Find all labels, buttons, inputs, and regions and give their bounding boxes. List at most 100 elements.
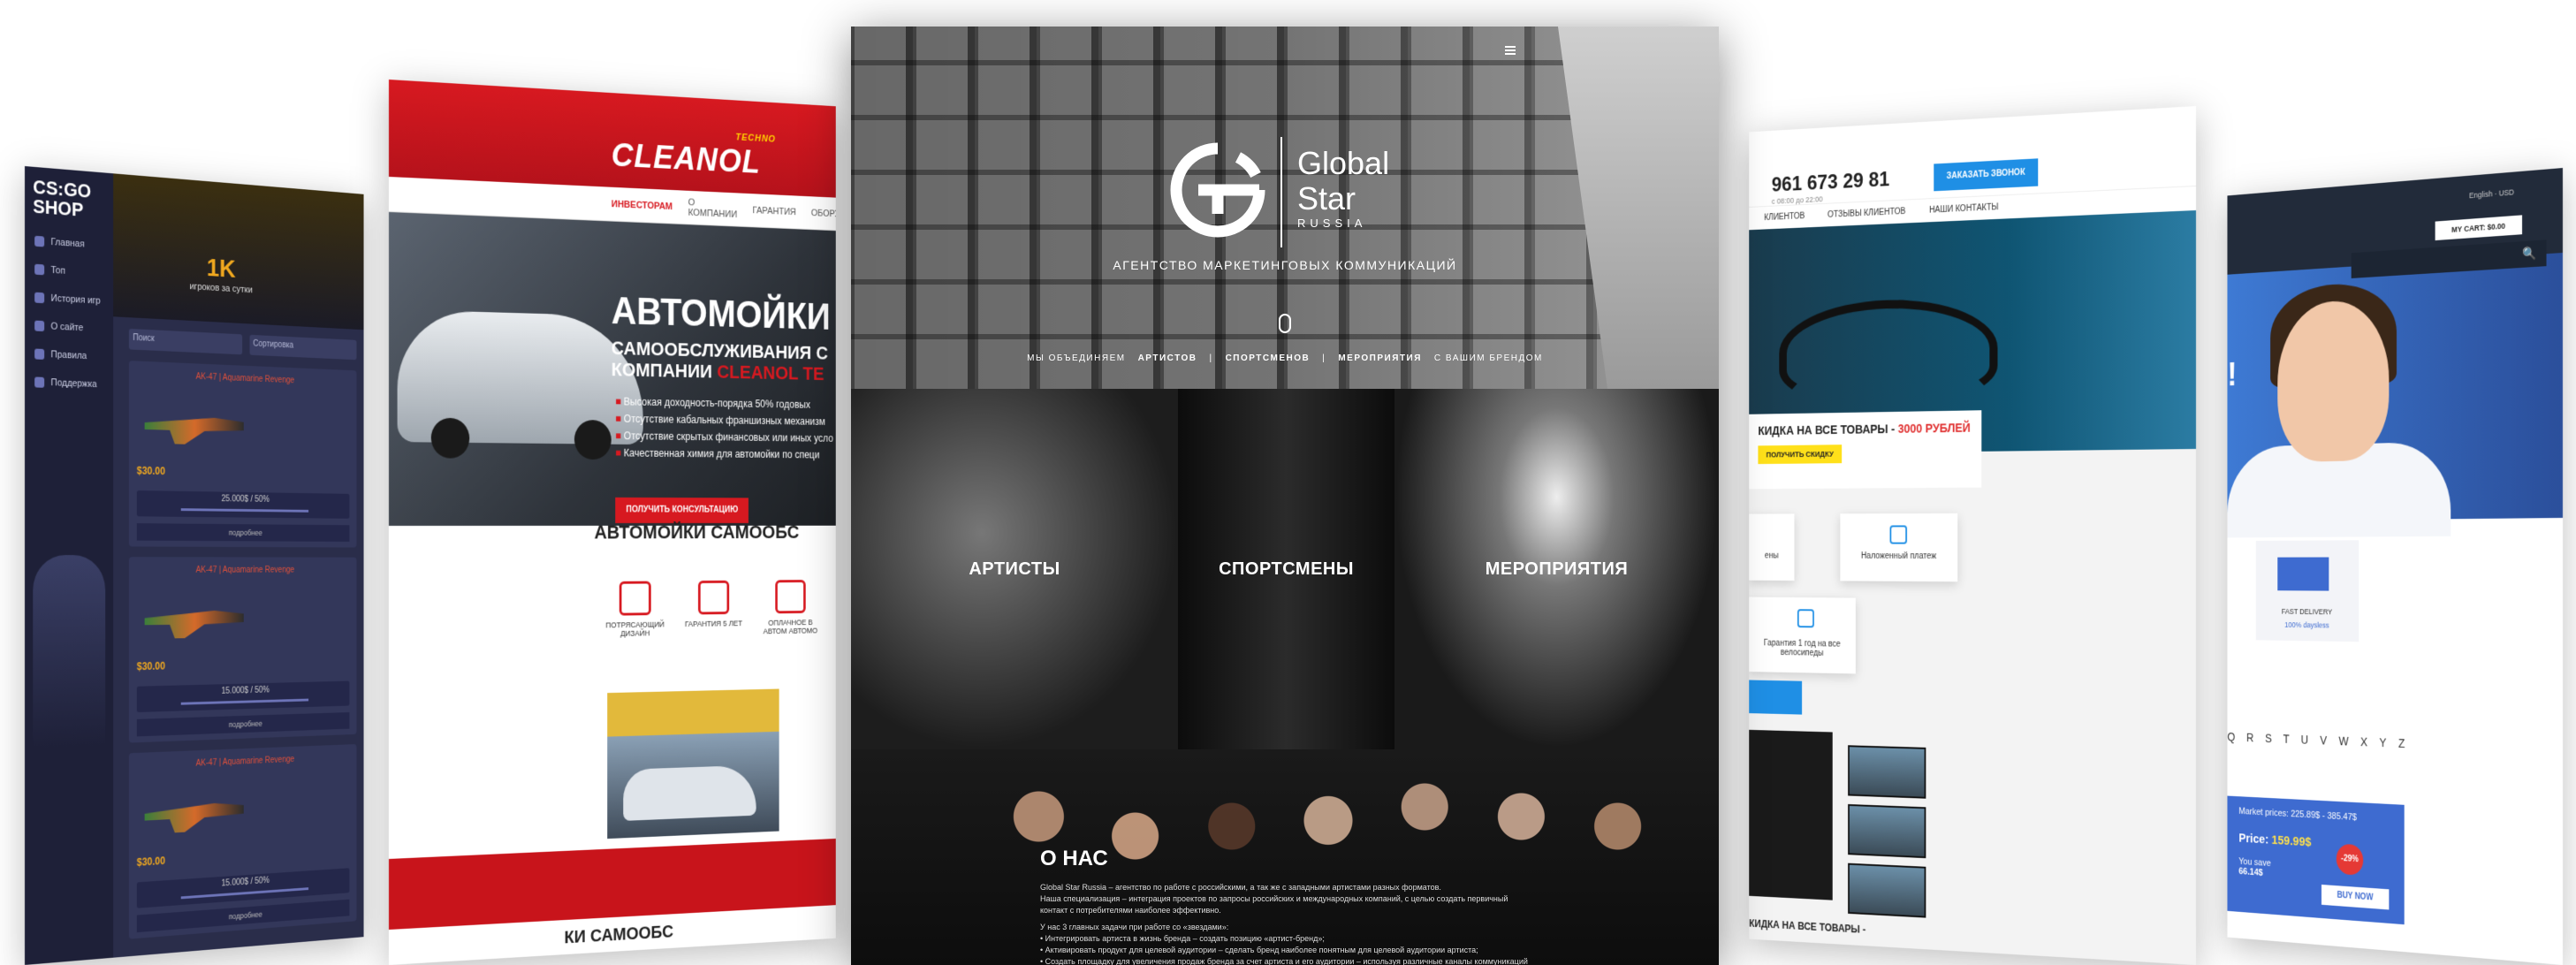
product-price-card: Market prices: 225.89$ - 385.47$ Price: …	[2227, 795, 2405, 925]
details-button[interactable]: подробнее	[136, 711, 350, 737]
feature-tile-price: ены	[1749, 513, 1795, 581]
csgo-filters: Поиск Сортировка	[128, 328, 357, 361]
menu-item-guarantee[interactable]: ГАРАНТИЯ	[753, 205, 796, 217]
csgo-item-list: AK-47 | Aquamarine Revenge $30.00 25.000…	[128, 361, 357, 949]
details-button[interactable]: подробнее	[136, 523, 350, 542]
csgo-logo[interactable]: CS:GO SHOP	[25, 166, 113, 232]
pharmacy-hero: !	[2227, 253, 2563, 538]
about-list-item: • Интегрировать артиста в жизнь бренда –…	[1040, 934, 1325, 943]
support-icon	[34, 376, 45, 388]
payment-icon	[775, 580, 806, 614]
pharmacy-screen: English · USD MY CART: $0.00 ! 🔍 FAST DE…	[2227, 168, 2563, 965]
gallery-thumb[interactable]	[1848, 862, 1926, 918]
phone-number[interactable]: 961 673 29 81 с 08:00 до 22:00	[1772, 168, 1889, 206]
search-icon: 🔍	[2522, 245, 2537, 261]
about-text: Global Star Russia – агентство по работе…	[1040, 882, 1535, 965]
global-star-logo-icon	[1170, 142, 1265, 238]
logo-divider	[1280, 137, 1282, 247]
section-heading: АВТОМОЙКИ САМООБС	[594, 521, 800, 543]
get-discount-button[interactable]: ПОЛУЧИТЬ СКИДКУ	[1758, 445, 1843, 465]
gallery-thumb[interactable]	[1848, 745, 1926, 799]
rifle-image	[145, 409, 244, 446]
progress-bar: 15.000$ / 50%	[136, 680, 350, 713]
features-row: ПОТРЯСАЮЩИЙ ДИЗАЙН ГАРАНТИЯ 5 ЛЕТ ОПЛАЧН…	[604, 580, 821, 638]
video-block	[1749, 729, 1833, 900]
about-list-item: • Активировать продукт для целевой аудит…	[1040, 946, 1478, 954]
feature-tile-warranty: Гарантия 1 год на все велосипеды	[1749, 596, 1856, 674]
nav-item-reviews[interactable]: ОТЗЫВЫ КЛИЕНТОВ	[1828, 207, 1905, 220]
csgo-header-banner	[113, 173, 364, 331]
menu-item-equipment[interactable]: ОБОРУ	[811, 208, 836, 219]
csgo-nav-item-support[interactable]: Поддержка	[25, 368, 113, 399]
feature-design: ПОТРЯСАЮЩИЙ ДИЗАЙН	[604, 581, 667, 638]
sort-select[interactable]: Сортировка	[249, 334, 357, 361]
consultation-button[interactable]: ПОЛУЧИТЬ КОНСУЛЬТАЦИЮ	[615, 497, 748, 523]
cleanol-screen: CLEANOL TECHNO ИНВЕСТОРАМ О КОМПАНИИ ГАРА…	[389, 80, 836, 965]
hero-subtitle: САМООБСЛУЖИВАНИЯ С КОМПАНИИ CLEANOL TE	[611, 337, 828, 384]
csgo-nav-item-about[interactable]: О сайте	[25, 311, 113, 344]
menu-icon[interactable]	[1505, 46, 1516, 55]
soldier-illustration	[33, 555, 106, 749]
gallery-thumb[interactable]	[1848, 803, 1926, 859]
lang-currency[interactable]: English · USD	[2469, 187, 2514, 200]
menu-item-about[interactable]: О КОМПАНИИ	[688, 197, 737, 219]
cart-button[interactable]: MY CART: $0.00	[2435, 215, 2523, 241]
list-item[interactable]: AK-47 | Aquamarine Revenge $30.00 15.000…	[128, 557, 357, 743]
search-input[interactable]: Поиск	[128, 328, 242, 355]
car-image	[397, 309, 643, 460]
warranty-icon	[1797, 609, 1814, 628]
bike-saddle-image	[1779, 296, 1998, 404]
rules-icon	[34, 348, 45, 360]
category-tiles: АРТИСТЫ СПОРТСМЕНЫ МЕРОПРИЯТИЯ	[851, 389, 1719, 749]
rifle-image	[145, 604, 244, 639]
feature-tile-cod: Наложенный платеж	[1840, 513, 1958, 582]
footer-promo: КИДКА НА ВСЕ ТОВАРЫ -	[1749, 917, 1866, 936]
feature-payment: ОПЛАЧНОЕ В АВТОМ АВТОМО	[760, 580, 821, 635]
bike-shop-screen: 961 673 29 81 с 08:00 до 22:00 ЗАКАЗАТЬ З…	[1749, 106, 2196, 965]
hero-subline: МЫ ОБЪЕДИНЯЕМ АРТИСТОВ | СПОРТСМЕНОВ | М…	[1027, 353, 1543, 363]
about-title: О НАС	[1040, 847, 1108, 870]
list-item[interactable]: AK-47 | Aquamarine Revenge $30.00 25.000…	[128, 361, 357, 548]
tile-artists[interactable]: АРТИСТЫ	[851, 389, 1178, 749]
discount-promo: КИДКА НА ВСЕ ТОВАРЫ - 3000 РУБЛЕЙ ПОЛУЧИ…	[1749, 410, 1982, 490]
delivery-block: FAST DELIVERY 100% daysless	[2255, 540, 2359, 642]
guarantee-icon	[698, 580, 730, 615]
rifle-image	[145, 795, 244, 835]
alphabet-filter[interactable]: Q R S T U V W X Y Z	[2227, 730, 2409, 750]
csgo-nav-item-rules[interactable]: Правила	[25, 339, 113, 371]
about-section: О НАС Global Star Russia – агентство по …	[851, 749, 1719, 965]
tile-events[interactable]: МЕРОПРИЯТИЯ	[1394, 389, 1719, 749]
info-icon	[34, 320, 45, 332]
brand-name: Global Star RUSSIA	[1297, 145, 1390, 231]
request-call-button[interactable]: ЗАКАЗАТЬ ЗВОНОК	[1934, 158, 2039, 192]
showcase-stage: CS:GO SHOP Главная Топ История игр О сай…	[0, 0, 2576, 965]
global-star-screen: Global Star RUSSIA АГЕНТСТВО МАРКЕТИНГОВЫХ…	[851, 27, 1719, 965]
cleanol-header: CLEANOL TECHNO	[389, 80, 836, 198]
history-icon	[34, 292, 45, 304]
benefits-list: Высокая доходность-порядка 50% годовых О…	[615, 393, 833, 464]
cleanol-logo[interactable]: CLEANOL TECHNO	[612, 133, 776, 182]
blue-label-block	[1749, 680, 1803, 715]
menu-item-investors[interactable]: ИНВЕСТОРАМ	[612, 199, 672, 212]
csgo-sidebar: CS:GO SHOP Главная Топ История игр О сай…	[25, 166, 114, 965]
cash-icon	[1889, 525, 1908, 544]
tile-athletes[interactable]: СПОРТСМЕНЫ	[1178, 389, 1394, 749]
csgo-nav: Главная Топ История игр О сайте Правила …	[25, 226, 113, 399]
truck-icon	[2277, 557, 2329, 591]
buy-now-button[interactable]: BUY NOW	[2321, 884, 2390, 910]
about-list-item: • Создать площадку для увеличения продаж…	[1040, 957, 1528, 965]
hero-title: АВТОМОЙКИ	[611, 290, 831, 338]
csgo-shop-screen: CS:GO SHOP Главная Топ История игр О сай…	[25, 166, 364, 965]
hero-exclamation: !	[2227, 356, 2238, 393]
design-icon	[619, 581, 651, 616]
scroll-mouse-icon[interactable]	[1279, 314, 1291, 333]
carwash-photo	[607, 688, 779, 840]
csgo-nav-item-history[interactable]: История игр	[25, 283, 113, 315]
tagline: АГЕНТСТВО МАРКЕТИНГОВЫХ КОММУНИКАЦИЙ	[1113, 258, 1457, 272]
players-stat: 1K игроков за сутки	[189, 253, 253, 296]
progress-bar: 25.000$ / 50%	[136, 490, 350, 519]
trophy-icon	[34, 263, 45, 276]
list-item[interactable]: AK-47 | Aquamarine Revenge $30.00 15.000…	[128, 744, 357, 939]
nav-item-clients[interactable]: КЛИЕНТОВ	[1764, 211, 1805, 222]
nav-item-contacts[interactable]: НАШИ КОНТАКТЫ	[1929, 202, 1998, 215]
